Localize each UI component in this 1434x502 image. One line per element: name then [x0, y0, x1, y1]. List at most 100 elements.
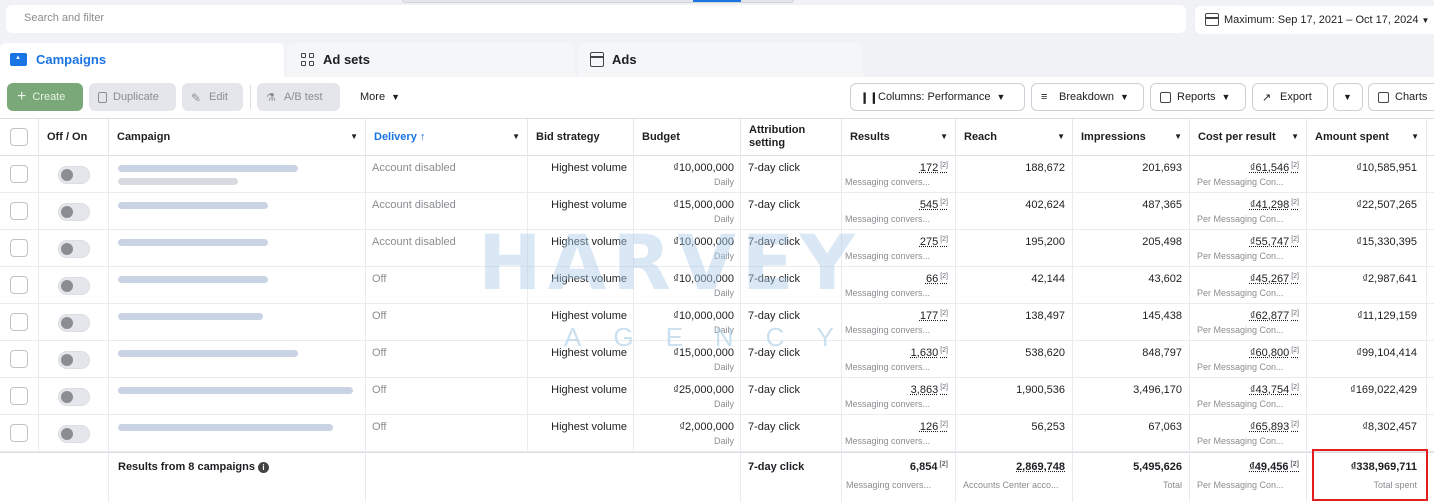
budget-value[interactable]: ₫10,000,000: [673, 236, 734, 248]
campaign-name[interactable]: [109, 230, 366, 267]
results-value[interactable]: 126 [2]: [920, 421, 948, 433]
table-row[interactable]: Account disabled Highest volume ₫10,000,00…: [0, 230, 1434, 267]
date-range-button[interactable]: Maximum: Sep 17, 2021 – Oct 17, 2024 ▼: [1195, 6, 1434, 34]
tab-campaigns[interactable]: Campaigns: [0, 43, 284, 77]
export-button[interactable]: ↗ Export: [1252, 83, 1328, 111]
ab-test-button[interactable]: ⚗ A/B test: [257, 83, 340, 111]
col-off-on[interactable]: Off / On: [39, 119, 109, 156]
tab-ads[interactable]: Ads: [578, 43, 863, 77]
campaign-toggle[interactable]: [58, 203, 90, 221]
budget-value[interactable]: ₫2,000,000: [679, 421, 734, 433]
row-checkbox[interactable]: [10, 313, 28, 331]
campaign-name[interactable]: [109, 304, 366, 341]
caret-down-icon: ▼: [1343, 92, 1352, 102]
duplicate-icon: [98, 91, 107, 103]
cost-per-result-value[interactable]: ₫41,298 [2]: [1250, 199, 1299, 211]
budget-value[interactable]: ₫15,000,000: [673, 347, 734, 359]
caret-down-icon[interactable]: ▼: [1174, 132, 1182, 141]
col-budget[interactable]: Budget: [634, 119, 741, 156]
tab-ad-sets[interactable]: Ad sets: [287, 43, 575, 77]
col-impressions[interactable]: Impressions ▼: [1073, 119, 1190, 156]
campaign-name[interactable]: [109, 415, 366, 452]
col-cost-per-result[interactable]: Cost per result ▼: [1190, 119, 1307, 156]
results-value[interactable]: 275 [2]: [920, 236, 948, 248]
charts-button[interactable]: Charts: [1368, 83, 1434, 111]
campaign-name[interactable]: [109, 193, 366, 230]
create-button[interactable]: + Create: [7, 83, 83, 111]
campaign-toggle[interactable]: [58, 240, 90, 258]
cost-per-result-value[interactable]: ₫43,754 [2]: [1250, 384, 1299, 396]
campaign-name[interactable]: [109, 156, 366, 193]
budget-value[interactable]: ₫10,000,000: [673, 273, 734, 285]
columns-icon: ❙❙: [860, 92, 879, 104]
caret-down-icon[interactable]: ▼: [940, 132, 948, 141]
search-filter-input[interactable]: Search and filter: [6, 5, 1186, 33]
campaign-toggle[interactable]: [58, 277, 90, 295]
amount-spent-value: ₫169,022,429: [1350, 384, 1417, 396]
cost-per-result-value[interactable]: ₫61,546 [2]: [1250, 162, 1299, 174]
breakdown-dropdown[interactable]: ≡ Breakdown ▼: [1031, 83, 1144, 111]
row-checkbox[interactable]: [10, 424, 28, 442]
campaign-name[interactable]: [109, 341, 366, 378]
col-attribution[interactable]: Attribution setting: [741, 119, 842, 156]
caret-down-icon[interactable]: ▼: [1411, 132, 1419, 141]
col-reach[interactable]: Reach ▼: [956, 119, 1073, 156]
cost-per-result-value[interactable]: ₫65,893 [2]: [1250, 421, 1299, 433]
col-amount-spent[interactable]: Amount spent ▼: [1307, 119, 1427, 156]
table-row[interactable]: Off Highest volume ₫10,000,000 Daily 7-day c…: [0, 267, 1434, 304]
col-results[interactable]: Results ▼: [842, 119, 956, 156]
results-value[interactable]: 66 [2]: [926, 273, 948, 285]
results-value[interactable]: 1,630 [2]: [911, 347, 948, 359]
cost-per-result-value[interactable]: ₫60,800 [2]: [1250, 347, 1299, 359]
totals-reach-sub: Accounts Center acco...: [963, 480, 1059, 490]
results-value[interactable]: 172 [2]: [920, 162, 948, 174]
attribution-setting: 7-day click: [748, 236, 800, 248]
caret-down-icon[interactable]: ▼: [350, 132, 358, 141]
campaign-name[interactable]: [109, 378, 366, 415]
budget-period: Daily: [713, 325, 734, 335]
duplicate-button[interactable]: Duplicate: [89, 83, 176, 111]
more-dropdown[interactable]: More ▼: [352, 83, 412, 111]
table-row[interactable]: Off Highest volume ₫2,000,000 Daily 7-day cl…: [0, 415, 1434, 452]
budget-value[interactable]: ₫10,000,000: [673, 162, 734, 174]
table-footer-totals: Results from 8 campaigns i 7-day click 6…: [0, 452, 1434, 502]
results-value[interactable]: 545 [2]: [920, 199, 948, 211]
results-value[interactable]: 3,863 [2]: [911, 384, 948, 396]
select-all-checkbox[interactable]: [10, 128, 28, 146]
row-checkbox[interactable]: [10, 276, 28, 294]
row-checkbox[interactable]: [10, 387, 28, 405]
campaign-toggle[interactable]: [58, 388, 90, 406]
caret-down-icon[interactable]: ▼: [1057, 132, 1065, 141]
budget-value[interactable]: ₫25,000,000: [673, 384, 734, 396]
table-row[interactable]: Account disabled Highest volume ₫10,000,00…: [0, 156, 1434, 193]
table-row[interactable]: Account disabled Highest volume ₫15,000,00…: [0, 193, 1434, 230]
row-checkbox[interactable]: [10, 165, 28, 183]
table-row[interactable]: Off Highest volume ₫15,000,000 Daily 7-day c…: [0, 341, 1434, 378]
columns-dropdown[interactable]: ❙❙ Columns: Performance ▼: [850, 83, 1025, 111]
campaign-toggle[interactable]: [58, 166, 90, 184]
cost-per-result-value[interactable]: ₫45,267 [2]: [1250, 273, 1299, 285]
campaign-name[interactable]: [109, 267, 366, 304]
budget-value[interactable]: ₫15,000,000: [673, 199, 734, 211]
table-row[interactable]: Off Highest volume ₫10,000,000 Daily 7-day c…: [0, 304, 1434, 341]
reports-dropdown[interactable]: Reports ▼: [1150, 83, 1246, 111]
cost-per-result-value[interactable]: ₫62,877 [2]: [1250, 310, 1299, 322]
row-checkbox[interactable]: [10, 350, 28, 368]
search-placeholder: Search and filter: [24, 12, 105, 24]
budget-value[interactable]: ₫10,000,000: [673, 310, 734, 322]
edit-button[interactable]: ✎ Edit: [182, 83, 243, 111]
col-delivery[interactable]: Delivery ↑ ▼: [366, 119, 528, 156]
table-row[interactable]: Off Highest volume ₫25,000,000 Daily 7-day c…: [0, 378, 1434, 415]
cost-per-result-value[interactable]: ₫55,747 [2]: [1250, 236, 1299, 248]
campaign-toggle[interactable]: [58, 425, 90, 443]
col-bid-strategy[interactable]: Bid strategy: [528, 119, 634, 156]
row-checkbox[interactable]: [10, 239, 28, 257]
campaign-toggle[interactable]: [58, 351, 90, 369]
caret-down-icon[interactable]: ▼: [512, 132, 520, 141]
row-checkbox[interactable]: [10, 202, 28, 220]
results-value[interactable]: 177 [2]: [920, 310, 948, 322]
export-options-dropdown[interactable]: ▼: [1333, 83, 1363, 111]
col-campaign[interactable]: Campaign ▼: [109, 119, 366, 156]
caret-down-icon[interactable]: ▼: [1291, 132, 1299, 141]
campaign-toggle[interactable]: [58, 314, 90, 332]
